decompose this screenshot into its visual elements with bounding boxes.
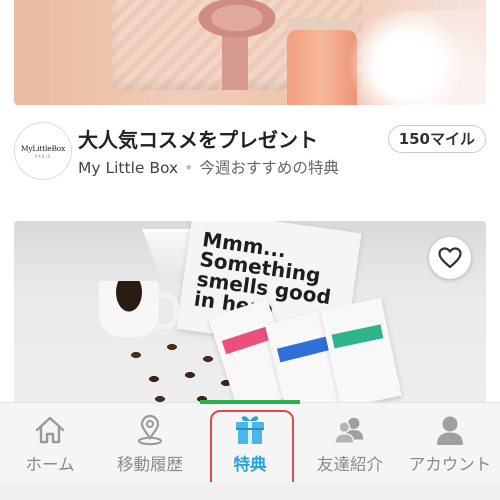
offer-brand: My Little Box: [78, 159, 179, 177]
offer-info-row[interactable]: MyLittleBox PARIS 大人気コスメをプレゼント My Little…: [14, 120, 486, 182]
brand-logo: MyLittleBox PARIS: [14, 122, 72, 180]
brand-logo-subtext: PARIS: [34, 153, 52, 159]
offer-title: 大人気コスメをプレゼント: [78, 128, 318, 152]
offer-tagline: 今週おすすめの特典: [199, 159, 339, 177]
friends-icon: [333, 413, 367, 447]
nav-tab-history[interactable]: 移動履歴: [102, 403, 198, 483]
nav-label-invite: 友達紹介: [317, 455, 383, 474]
brand-logo-text: MyLittleBox: [20, 143, 66, 153]
map-pin-icon: [133, 413, 167, 447]
offer-image-coffee[interactable]: Mmm... Something smells good in here: [14, 221, 486, 411]
offer-meta: My Little Box • 今週おすすめの特典: [78, 156, 339, 178]
nav-label-home: ホーム: [25, 455, 75, 474]
nav-tab-account[interactable]: アカウント: [402, 403, 498, 483]
active-tab-indicator: [200, 400, 300, 404]
nav-label-history: 移動履歴: [117, 455, 183, 474]
miles-badge: 150マイル: [387, 125, 486, 153]
meta-separator: •: [184, 159, 194, 177]
nav-tab-home[interactable]: ホーム: [2, 403, 98, 483]
nav-label-account: アカウント: [408, 455, 492, 474]
offer-image-cosmetics[interactable]: [14, 0, 486, 105]
coffee-mug-graphic: [99, 281, 159, 337]
bottom-system-bar: [0, 482, 500, 500]
account-icon: [433, 413, 467, 447]
home-icon: [33, 413, 67, 447]
heart-icon: [438, 247, 462, 269]
favorite-button[interactable]: [429, 237, 471, 279]
nav-tab-invite[interactable]: 友達紹介: [302, 403, 398, 483]
